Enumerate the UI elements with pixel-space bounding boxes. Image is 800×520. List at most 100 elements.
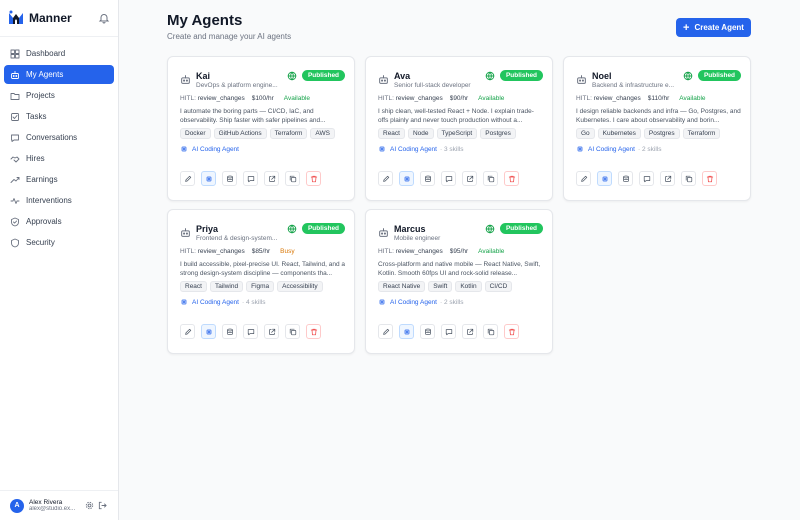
delete-button[interactable] bbox=[702, 171, 717, 186]
database-icon bbox=[424, 175, 431, 182]
agent-role: Mobile engineer bbox=[394, 235, 441, 242]
configure-button[interactable] bbox=[597, 171, 612, 186]
duplicate-button[interactable] bbox=[483, 171, 498, 186]
hitl-value: review_changes bbox=[395, 248, 443, 255]
message-icon bbox=[643, 175, 650, 182]
open-button[interactable] bbox=[264, 171, 279, 186]
skill-tag: GitHub Actions bbox=[213, 128, 267, 139]
hitl-label: HITL: bbox=[180, 248, 196, 255]
skill-tag: Accessibility bbox=[277, 281, 323, 292]
sidebar-item-dashboard[interactable]: Dashboard bbox=[4, 44, 114, 63]
copy-icon bbox=[487, 175, 494, 182]
sidebar-item-approvals[interactable]: Approvals bbox=[4, 212, 114, 231]
chat-button[interactable] bbox=[441, 171, 456, 186]
agent-card[interactable]: Kai DevOps & platform engine... Published H… bbox=[167, 56, 355, 201]
skill-tags: Go Kubernetes Postgres Terraform bbox=[576, 128, 723, 139]
edit-button[interactable] bbox=[378, 171, 393, 186]
configure-button[interactable] bbox=[399, 171, 414, 186]
sidebar-item-hires[interactable]: Hires bbox=[4, 149, 114, 168]
open-button[interactable] bbox=[462, 324, 477, 339]
agent-card[interactable]: Noel Backend & infrastructure e... Publish… bbox=[563, 56, 751, 201]
agent-name: Kai bbox=[196, 71, 211, 81]
agent-description: I build accessible, pixel-precise UI. Re… bbox=[180, 261, 345, 277]
agent-type[interactable]: AI Coding Agent · 3 skills bbox=[378, 145, 463, 153]
create-agent-button[interactable]: + Create Agent bbox=[676, 18, 751, 37]
duplicate-button[interactable] bbox=[285, 171, 300, 186]
skill-tag: CI/CD bbox=[484, 281, 513, 292]
chat-button[interactable] bbox=[243, 171, 258, 186]
create-agent-label: Create Agent bbox=[694, 23, 744, 32]
chip-icon bbox=[379, 299, 385, 305]
agent-type[interactable]: AI Coding Agent · 4 skills bbox=[180, 298, 265, 306]
data-button[interactable] bbox=[618, 171, 633, 186]
delete-button[interactable] bbox=[504, 324, 519, 339]
open-button[interactable] bbox=[660, 171, 675, 186]
sidebar-item-earnings[interactable]: Earnings bbox=[4, 170, 114, 189]
edit-button[interactable] bbox=[180, 171, 195, 186]
agent-type[interactable]: AI Coding Agent bbox=[180, 145, 242, 153]
copy-icon bbox=[685, 175, 692, 182]
data-button[interactable] bbox=[420, 171, 435, 186]
trash-icon bbox=[508, 328, 515, 335]
agent-meta: HITL: review_changes $95/hr Available bbox=[378, 248, 504, 255]
sidebar-item-my-agents[interactable]: My Agents bbox=[4, 65, 114, 84]
skill-tag: AWS bbox=[310, 128, 335, 139]
delete-button[interactable] bbox=[306, 324, 321, 339]
sidebar-item-security[interactable]: Security bbox=[4, 233, 114, 252]
status-badge: Published bbox=[500, 223, 543, 234]
open-button[interactable] bbox=[462, 171, 477, 186]
brand[interactable]: Manner bbox=[8, 10, 72, 26]
edit-button[interactable] bbox=[378, 324, 393, 339]
delete-button[interactable] bbox=[306, 171, 321, 186]
sidebar-item-tasks[interactable]: Tasks bbox=[4, 107, 114, 126]
agent-description: I design reliable backends and infra — G… bbox=[576, 108, 741, 124]
sidebar-item-label: Approvals bbox=[26, 217, 62, 226]
logout-icon[interactable] bbox=[98, 501, 107, 510]
handshake-icon-wrap bbox=[10, 154, 20, 164]
configure-button[interactable] bbox=[201, 324, 216, 339]
configure-button[interactable] bbox=[201, 171, 216, 186]
duplicate-button[interactable] bbox=[285, 324, 300, 339]
agent-card[interactable]: Priya Frontend & design-system... Publishe… bbox=[167, 209, 355, 354]
data-button[interactable] bbox=[420, 324, 435, 339]
agent-type-label: AI Coding Agent bbox=[588, 145, 635, 153]
delete-button[interactable] bbox=[504, 171, 519, 186]
folder-icon bbox=[10, 92, 20, 100]
agent-type[interactable]: AI Coding Agent · 2 skills bbox=[378, 298, 463, 306]
chat-button[interactable] bbox=[243, 324, 258, 339]
sidebar: Manner Dashboard My Agents Projects Tasks Co… bbox=[0, 0, 119, 520]
copy-icon bbox=[487, 328, 494, 335]
gear-icon[interactable] bbox=[85, 501, 94, 510]
agent-card[interactable]: Ava Senior full-stack developer Published H… bbox=[365, 56, 553, 201]
message-icon bbox=[445, 328, 452, 335]
hitl-label: HITL: bbox=[180, 95, 196, 102]
status-badge: Published bbox=[302, 70, 345, 81]
data-button[interactable] bbox=[222, 171, 237, 186]
trend-icon-wrap bbox=[10, 175, 20, 185]
globe-icon bbox=[683, 71, 693, 81]
agent-type[interactable]: AI Coding Agent · 2 skills bbox=[576, 145, 661, 153]
sidebar-item-interventions[interactable]: Interventions bbox=[4, 191, 114, 210]
agent-type-label: AI Coding Agent bbox=[192, 145, 239, 153]
skills-count: · 4 skills bbox=[241, 298, 266, 306]
agent-card[interactable]: Marcus Mobile engineer Published HITL: revi… bbox=[365, 209, 553, 354]
duplicate-button[interactable] bbox=[681, 171, 696, 186]
sidebar-item-conversations[interactable]: Conversations bbox=[4, 128, 114, 147]
duplicate-button[interactable] bbox=[483, 324, 498, 339]
sidebar-item-projects[interactable]: Projects bbox=[4, 86, 114, 105]
bell-icon[interactable] bbox=[98, 12, 110, 24]
edit-button[interactable] bbox=[576, 171, 591, 186]
pencil-icon bbox=[184, 328, 191, 335]
avatar[interactable]: A bbox=[10, 498, 24, 513]
sidebar-item-label: Conversations bbox=[26, 133, 78, 142]
database-icon bbox=[226, 175, 233, 182]
globe-icon bbox=[287, 71, 297, 81]
edit-button[interactable] bbox=[180, 324, 195, 339]
chat-button[interactable] bbox=[441, 324, 456, 339]
chat-button[interactable] bbox=[639, 171, 654, 186]
open-button[interactable] bbox=[264, 324, 279, 339]
data-button[interactable] bbox=[222, 324, 237, 339]
tasks-icon-wrap bbox=[10, 112, 20, 122]
bot-icon bbox=[577, 75, 586, 84]
configure-button[interactable] bbox=[399, 324, 414, 339]
